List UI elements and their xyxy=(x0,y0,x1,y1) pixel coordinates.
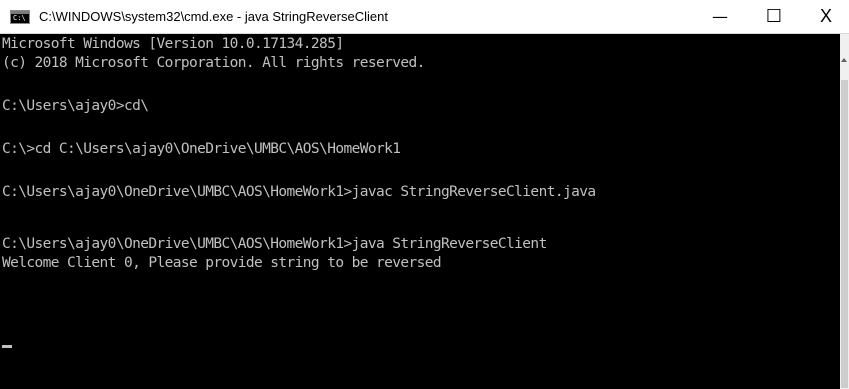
close-button[interactable]: X xyxy=(803,0,849,33)
title-bar[interactable]: C:\ C:\WINDOWS\system32\cmd.exe - java S… xyxy=(0,0,849,34)
cmd-app-icon[interactable]: C:\ xyxy=(10,10,30,24)
console-line: C:\Users\ajay0\OneDrive\UMBC\AOS\HomeWor… xyxy=(2,236,547,252)
console-line: C:\Users\ajay0>cd\ xyxy=(2,98,149,114)
cmd-window: C:\ C:\WINDOWS\system32\cmd.exe - java S… xyxy=(0,0,849,389)
console-line: C:\Users\ajay0\OneDrive\UMBC\AOS\HomeWor… xyxy=(2,184,596,200)
app-icon-glyph: C:\ xyxy=(13,14,26,22)
console-line: Welcome Client 0, Please provide string … xyxy=(2,255,442,271)
window-title: C:\WINDOWS\system32\cmd.exe - java Strin… xyxy=(39,9,388,24)
console-line: C:\>cd C:\Users\ajay0\OneDrive\UMBC\AOS\… xyxy=(2,141,401,157)
console-line: (c) 2018 Microsoft Corporation. All righ… xyxy=(2,55,425,71)
vertical-scrollbar[interactable] xyxy=(840,34,849,389)
maximize-button[interactable]: ☐ xyxy=(751,0,797,33)
scrollbar-thumb[interactable] xyxy=(841,80,848,388)
scroll-up-arrow-icon[interactable] xyxy=(841,58,847,62)
text-cursor xyxy=(2,345,12,348)
console-line: Microsoft Windows [Version 10.0.17134.28… xyxy=(2,36,344,52)
minimize-button[interactable]: — xyxy=(697,0,743,33)
console-output[interactable]: Microsoft Windows [Version 10.0.17134.28… xyxy=(0,34,840,389)
